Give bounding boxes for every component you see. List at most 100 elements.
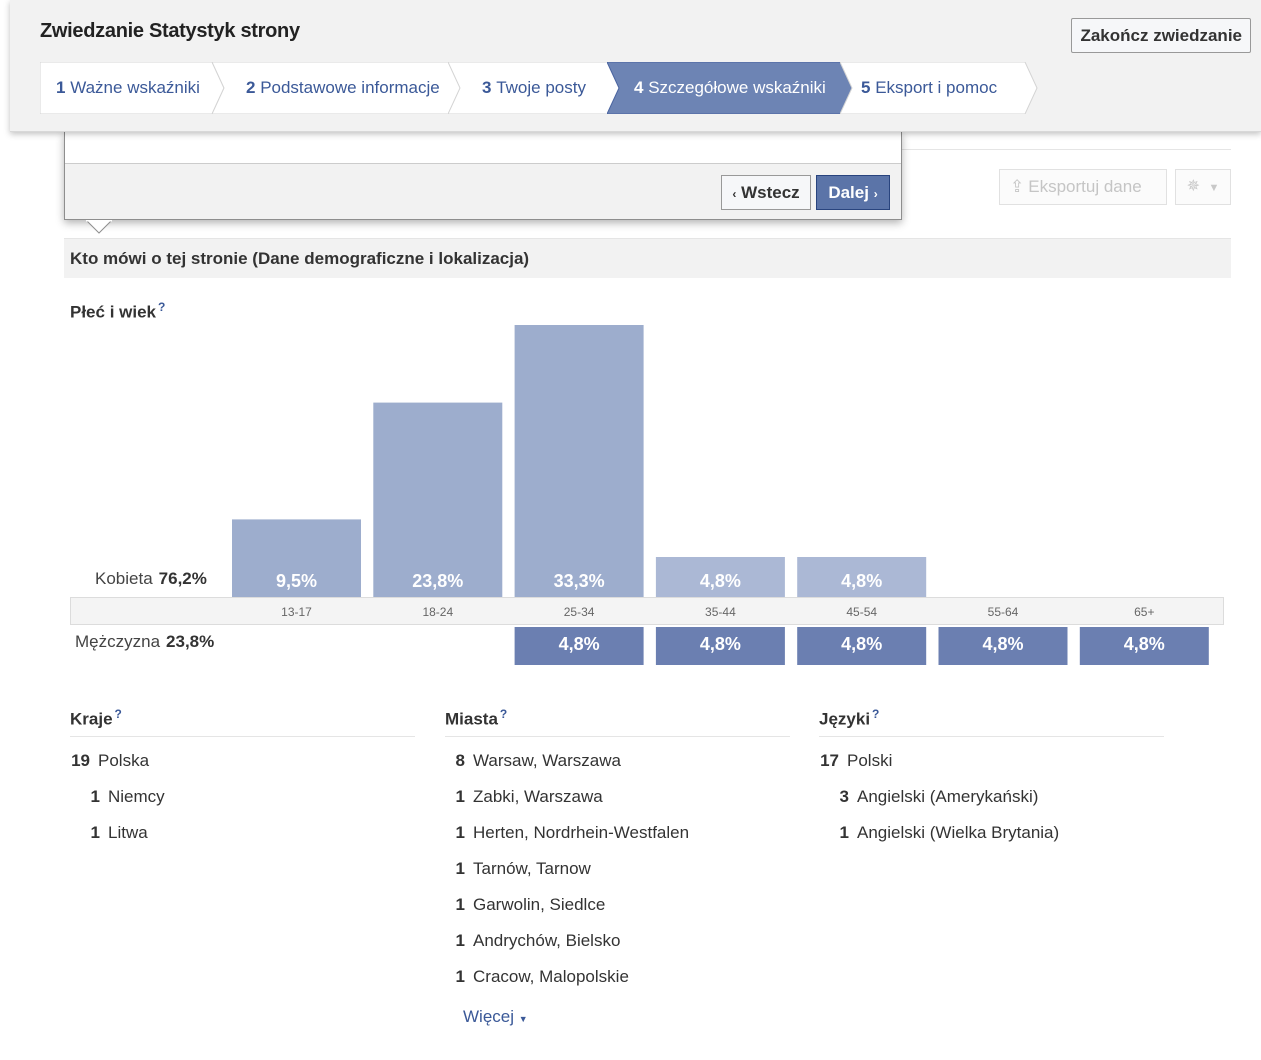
languages-list: 17 Polski 3 Angielski (Amerykański) 1 Angiels… [819,743,1164,851]
item-name: Angielski (Amerykański) [857,787,1039,806]
item-count: 1 [839,823,849,842]
chevron-left-icon: ‹ [732,187,737,201]
item-name: Angielski (Wielka Brytania) [857,823,1060,842]
next-button[interactable]: Dalej › [816,175,890,210]
more-label: Więcej [463,1007,515,1026]
male-bar-label: 4,8% [700,634,741,654]
list-item: 1 Niemcy [70,779,415,815]
list-item: 1 Andrychów, Bielsko [445,923,790,959]
male-bar[interactable] [1079,627,1209,665]
chevron-down-icon: ▼ [1208,182,1220,194]
languages-title: Języki? [819,707,1164,737]
item-name: Niemcy [108,787,165,806]
tour-steps: 1 Ważne wskaźniki 2 Podstawowe informacje… [40,62,1040,114]
cities-column: Miasta? 8 Warsaw, Warszawa 1 Zabki, Warszaw… [445,707,790,995]
tour-step-1[interactable]: 1 Ważne wskaźniki [40,62,226,114]
item-count: 17 [820,751,839,770]
list-item: 8 Warsaw, Warszawa [445,743,790,779]
section-title: Kto mówi o tej stronie (Dane demograficz… [64,238,1231,278]
female-total: 76,2% [158,569,207,588]
tour-step-5[interactable]: 5 Eksport i pomoc [840,62,1039,114]
tour-popover: ‹ Wstecz Dalej › [64,132,902,220]
item-name: Zabki, Warszawa [473,787,603,806]
popover-body [65,132,901,164]
item-count: 1 [455,931,465,950]
tour-step-label: 5 Eksport i pomoc [861,78,998,97]
item-count: 1 [455,895,465,914]
male-total: 23,8% [166,632,215,651]
caret-down-icon: ▼ [518,1014,528,1024]
item-count: 3 [839,787,849,806]
item-count: 1 [90,823,100,842]
item-count: 1 [455,823,465,842]
back-button[interactable]: ‹ Wstecz [721,175,811,210]
female-bar-label: 23,8% [412,571,463,591]
item-name: Garwolin, Siedlce [473,895,606,914]
languages-title-text: Języki [819,709,871,729]
list-item: 1 Tarnów, Tarnow [445,851,790,887]
male-bar[interactable] [938,627,1068,665]
male-bar-label: 4,8% [559,634,600,654]
female-bar[interactable] [373,402,503,597]
item-count: 1 [455,787,465,806]
next-label: Dalej [828,183,869,202]
item-name: Warsaw, Warszawa [473,751,621,770]
male-bar[interactable] [797,627,927,665]
list-item: 3 Angielski (Amerykański) [819,779,1164,815]
export-data-button[interactable]: ⇪ Eksportuj dane [999,169,1167,205]
item-count: 1 [455,967,465,986]
male-bar[interactable] [514,627,644,665]
item-name: Polski [847,751,893,770]
female-label: Kobieta [95,569,153,588]
tour-step-4[interactable]: 4 Szczegółowe wskaźniki [607,62,856,114]
insights-content: ⇪ Eksportuj dane ✵ ▼ ‹ Wstecz Dalej › Kto… [0,132,1261,1060]
female-legend: Kobieta 76,2% [95,569,207,589]
male-label: Mężczyzna [75,632,161,651]
male-bar[interactable] [655,627,785,665]
female-bar[interactable] [514,325,644,597]
languages-column: Języki? 17 Polski 3 Angielski (Amerykański)… [819,707,1164,851]
more-cities-link[interactable]: Więcej ▼ [463,1007,528,1027]
female-bar-label: 9,5% [276,571,317,591]
list-item: 1 Cracow, Malopolskie [445,959,790,995]
tour-step-2[interactable]: 2 Podstawowe informacje [212,62,466,114]
help-icon[interactable]: ? [872,707,879,721]
tour-step-label: 2 Podstawowe informacje [246,78,440,97]
male-bar-label: 4,8% [982,634,1023,654]
female-bar-label: 33,3% [554,571,605,591]
help-icon[interactable]: ? [158,300,165,314]
female-bar[interactable] [232,519,361,597]
tour-header: Zwiedzanie Statystyk strony Zakończ zwie… [10,0,1261,132]
male-bar-label: 4,8% [1124,634,1165,654]
female-bar[interactable] [655,557,785,597]
female-bar-label: 4,8% [700,571,741,591]
end-tour-button[interactable]: Zakończ zwiedzanie [1071,18,1251,53]
back-label: Wstecz [741,183,800,202]
list-item: 1 Litwa [70,815,415,851]
female-bar[interactable] [797,557,927,597]
tour-step-label: 3 Twoje posty [482,78,586,97]
tour-step-3[interactable]: 3 Twoje posty [448,62,622,114]
item-name: Herten, Nordrhein-Westfalen [473,823,690,842]
cities-title: Miasta? [445,707,790,737]
age-gender-title-text: Płeć i wiek [70,302,156,322]
male-bar-label: 4,8% [841,634,882,654]
list-item: 17 Polski [819,743,1164,779]
help-icon[interactable]: ? [500,707,507,721]
cities-title-text: Miasta [445,709,498,729]
list-item: 1 Garwolin, Siedlce [445,887,790,923]
female-bar-label: 4,8% [841,571,882,591]
age-gender-title: Płeć i wiek? [70,300,165,323]
item-name: Polska [98,751,150,770]
chevron-right-icon: › [873,187,878,201]
item-name: Litwa [108,823,148,842]
gear-icon: ✵ [1186,178,1201,195]
item-count: 8 [455,751,465,770]
settings-dropdown-button[interactable]: ✵ ▼ [1175,169,1231,205]
item-name: Cracow, Malopolskie [473,967,629,986]
item-count: 1 [90,787,100,806]
cities-list: 8 Warsaw, Warszawa 1 Zabki, Warszawa 1 Herten… [445,743,790,995]
upload-icon: ⇪ [1010,177,1025,196]
item-count: 19 [71,751,90,770]
help-icon[interactable]: ? [115,707,122,721]
